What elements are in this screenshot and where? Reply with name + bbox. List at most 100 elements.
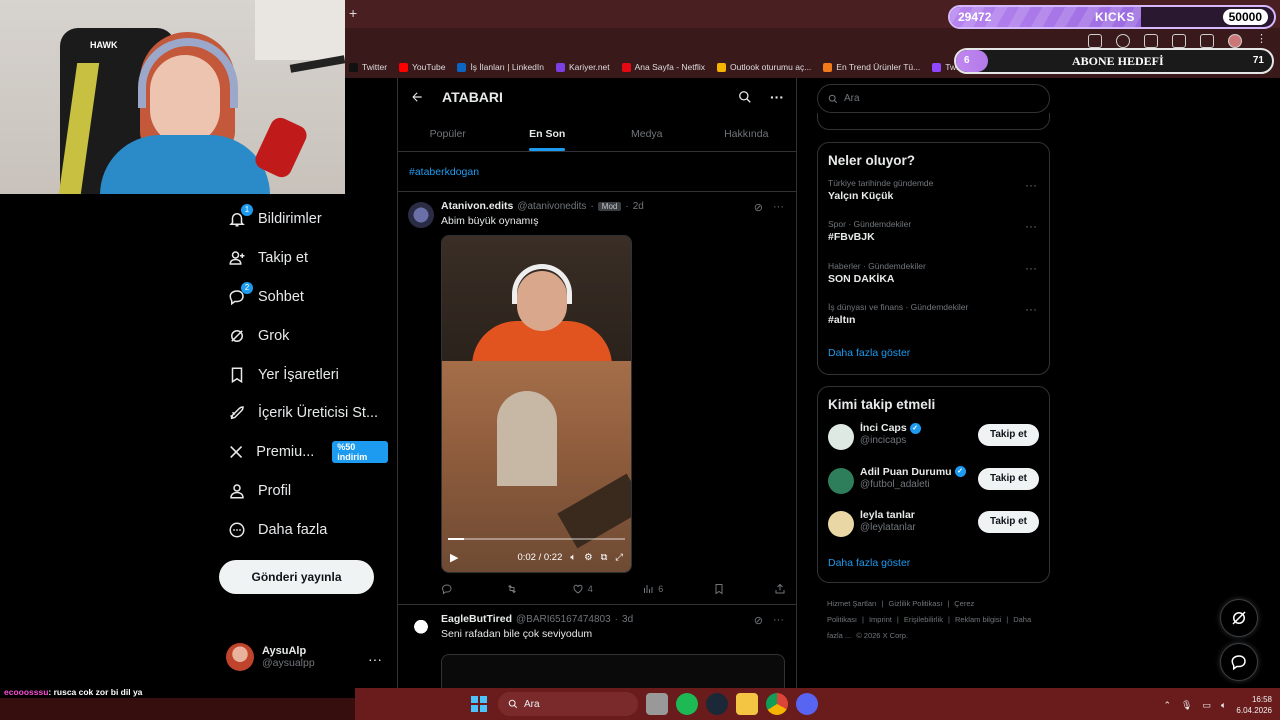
- show-more-trends[interactable]: Daha fazla göster: [828, 347, 1039, 359]
- more-dots-icon[interactable]: ···: [1025, 302, 1037, 316]
- follow-suggestion[interactable]: leyla tanlar @leylatanlar Takip et: [828, 509, 1039, 553]
- more-dots-icon[interactable]: ···: [1025, 261, 1037, 275]
- star-icon[interactable]: [1116, 34, 1130, 48]
- bookmark-item[interactable]: Outlook oturumu aç...: [717, 62, 811, 72]
- tweet-time[interactable]: 3d: [622, 614, 633, 625]
- footer-link[interactable]: Imprint: [869, 615, 892, 624]
- tab-2[interactable]: Medya: [597, 116, 697, 151]
- steam-icon[interactable]: [706, 693, 728, 715]
- grok-icon[interactable]: ⊘: [754, 614, 763, 627]
- avatar[interactable]: [408, 615, 434, 641]
- pip-icon[interactable]: ⧉: [601, 552, 608, 563]
- clock[interactable]: 16:58 6.04.2026: [1236, 694, 1272, 716]
- tab-0[interactable]: Popüler: [398, 116, 498, 151]
- tab-1[interactable]: En Son: [498, 116, 598, 151]
- bookmark-item[interactable]: YouTube: [399, 62, 445, 72]
- trend-item[interactable]: Haberler · Gündemdekiler SON DAKİKA ···: [828, 261, 1039, 302]
- media-icon[interactable]: [1200, 34, 1214, 48]
- nav-item-chat[interactable]: 2 Sohbet: [218, 278, 388, 317]
- tweet-author-name[interactable]: EagleButTired: [441, 613, 512, 625]
- tweet[interactable]: Atanivon.edits @atanivonedits · Mod · 2d…: [398, 192, 796, 605]
- avatar[interactable]: [828, 511, 854, 537]
- nav-item-bell[interactable]: 1 Bildirimler: [218, 200, 388, 239]
- more-dots-icon[interactable]: ···: [1025, 219, 1037, 233]
- footer-link[interactable]: © 2026 X Corp.: [856, 631, 908, 640]
- tweet-author-handle[interactable]: @atanivonedits: [517, 201, 586, 212]
- more-dots-icon[interactable]: ···: [770, 89, 784, 105]
- monitor-icon[interactable]: ▭: [1202, 700, 1211, 711]
- grok-fab[interactable]: [1220, 599, 1258, 637]
- install-app-icon[interactable]: [1088, 34, 1102, 48]
- file-explorer-icon[interactable]: [736, 693, 758, 715]
- trend-item[interactable]: İş dünyası ve finans · Gündemdekiler #alt…: [828, 302, 1039, 343]
- back-arrow-icon[interactable]: [410, 90, 424, 104]
- video-player[interactable]: ▶ 0:02 / 0:22 🔈︎ ⚙︎ ⧉ ⤢: [441, 235, 632, 573]
- chrome-icon[interactable]: [766, 693, 788, 715]
- more-dots-icon[interactable]: ···: [773, 614, 784, 627]
- bookmark-item[interactable]: En Trend Ürünler Tü...: [823, 62, 920, 72]
- extension-icon[interactable]: [1144, 34, 1158, 48]
- tab-3[interactable]: Hakkında: [697, 116, 797, 151]
- trend-item[interactable]: Türkiye tarihinde gündemde Yalçın Küçük ··…: [828, 178, 1039, 219]
- avatar[interactable]: [828, 424, 854, 450]
- follow-suggestion[interactable]: Adil Puan Durumu ✓ @futbol_adaleti Takip et: [828, 466, 1039, 510]
- nav-item-x-logo[interactable]: Premiu... %50 indirim: [218, 433, 388, 472]
- bookmark-button[interactable]: [713, 583, 725, 595]
- tweet[interactable]: EagleButTired @BARI65167474803 · 3d ⊘ ··…: [398, 605, 796, 690]
- play-icon[interactable]: ▶: [450, 551, 458, 564]
- show-more-follow[interactable]: Daha fazla göster: [828, 557, 1039, 569]
- post-button[interactable]: Gönderi yayınla: [219, 560, 374, 594]
- avatar[interactable]: [828, 467, 854, 494]
- nav-item-bookmark[interactable]: Yer İşaretleri: [218, 355, 388, 394]
- more-dots-icon[interactable]: ···: [773, 201, 784, 214]
- retweet-button[interactable]: [506, 583, 522, 595]
- bookmark-item[interactable]: Kariyer.net: [556, 62, 610, 72]
- bookmark-item[interactable]: Twitter: [349, 62, 387, 72]
- views-button[interactable]: 6: [642, 583, 663, 595]
- more-dots-icon[interactable]: ···: [368, 651, 382, 667]
- profile-avatar-icon[interactable]: [1228, 34, 1242, 48]
- hashtag-link[interactable]: #ataberkdogan: [398, 152, 796, 192]
- new-tab-button[interactable]: +: [349, 5, 357, 21]
- windows-start-icon[interactable]: [468, 693, 490, 715]
- discord-icon[interactable]: [796, 693, 818, 715]
- avatar[interactable]: [408, 202, 434, 228]
- search-icon[interactable]: [738, 90, 752, 104]
- follow-button[interactable]: Takip et: [977, 511, 1039, 533]
- trend-item[interactable]: Spor · Gündemdekiler #FBvBJK ···: [828, 219, 1039, 260]
- reply-button[interactable]: [441, 583, 457, 595]
- footer-link[interactable]: Reklam bilgisi: [955, 615, 1001, 624]
- bookmark-item[interactable]: Ana Sayfa - Netflix: [621, 62, 705, 72]
- spotify-icon[interactable]: [676, 693, 698, 715]
- account-switcher[interactable]: AysuAlp @aysualpp ···: [226, 643, 386, 671]
- tweet-media[interactable]: [441, 654, 785, 690]
- tweet-author-handle[interactable]: @BARI65167474803: [516, 614, 611, 625]
- bookmark-item[interactable]: İş İlanları | LinkedIn: [457, 62, 544, 72]
- tweet-author-name[interactable]: Atanivon.edits: [441, 200, 513, 212]
- volume-icon[interactable]: 🔈︎: [570, 552, 576, 563]
- footer-link[interactable]: Erişilebilirlik: [904, 615, 943, 624]
- task-view-icon[interactable]: [646, 693, 668, 715]
- nav-item-rocket[interactable]: İçerik Üreticisi St...: [218, 394, 388, 433]
- footer-link[interactable]: Gizlilik Politikası: [889, 599, 943, 608]
- footer-link[interactable]: Hizmet Şartları: [827, 599, 877, 608]
- like-button[interactable]: 4: [572, 583, 593, 595]
- browser-menu-icon[interactable]: ⋮: [1256, 34, 1270, 48]
- follow-suggestion[interactable]: İnci Caps ✓ @incicaps Takip et: [828, 422, 1039, 466]
- microphone-icon[interactable]: 🎙︎: [1181, 700, 1192, 711]
- tweet-time[interactable]: 2d: [633, 201, 644, 212]
- fullscreen-icon[interactable]: ⤢: [615, 552, 623, 563]
- nav-item-person[interactable]: Profil: [218, 472, 388, 511]
- puzzle-icon[interactable]: [1172, 34, 1186, 48]
- volume-icon[interactable]: 🔈︎: [1221, 700, 1226, 711]
- nav-item-follow[interactable]: Takip et: [218, 239, 388, 278]
- follow-button[interactable]: Takip et: [977, 467, 1039, 490]
- nav-item-grok[interactable]: Grok: [218, 316, 388, 355]
- more-dots-icon[interactable]: ···: [1025, 178, 1037, 192]
- share-button[interactable]: [774, 583, 786, 595]
- settings-icon[interactable]: ⚙︎: [584, 552, 593, 563]
- nav-item-more-circle[interactable]: Daha fazla: [218, 510, 388, 549]
- follow-button[interactable]: Takip et: [977, 424, 1039, 446]
- chevron-up-icon[interactable]: ⌃: [1164, 700, 1172, 711]
- search-input[interactable]: Ara: [817, 84, 1050, 113]
